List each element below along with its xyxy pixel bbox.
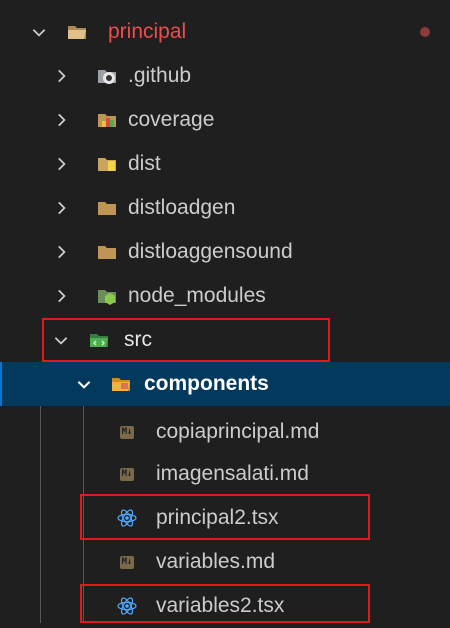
folder-icon (96, 197, 118, 219)
tree-item-node-modules[interactable]: node_modules (0, 274, 450, 318)
node-folder-icon (96, 285, 118, 307)
tree-item-principal2-tsx[interactable]: principal2.tsx (0, 496, 450, 540)
tree-item-label: variables2.tsx (156, 594, 285, 617)
tree-item-imagensalati-md[interactable]: M↓ imagensalati.md (0, 452, 450, 496)
markdown-file-icon: M↓ (119, 425, 135, 439)
components-folder-icon (110, 373, 132, 395)
chevron-down-icon (52, 331, 70, 349)
src-folder-icon (88, 329, 110, 351)
file-explorer-tree: principal .github coverage dist distload… (0, 0, 450, 623)
chevron-right-icon (52, 199, 70, 217)
tree-item-variables2-tsx[interactable]: variables2.tsx (0, 584, 450, 628)
tree-item-label: dist (128, 152, 161, 175)
tree-item-components[interactable]: components (0, 362, 450, 406)
tree-item-label: principal2.tsx (156, 506, 279, 529)
tree-item-coverage[interactable]: coverage (0, 98, 450, 142)
react-file-icon (116, 507, 138, 529)
tree-item-distloadgen[interactable]: distloadgen (0, 186, 450, 230)
markdown-file-icon: M↓ (119, 467, 135, 481)
tree-item-label: imagensalati.md (156, 462, 309, 485)
dist-folder-icon (96, 153, 118, 175)
tree-item-label: copiaprincipal.md (156, 420, 320, 443)
tree-item-src[interactable]: src (0, 318, 450, 362)
github-folder-icon (96, 65, 118, 87)
chevron-right-icon (52, 287, 70, 305)
chevron-down-icon (30, 23, 48, 41)
tree-item-dist[interactable]: dist (0, 142, 450, 186)
tree-item-copiaprincipal-md[interactable]: M↓ copiaprincipal.md (0, 410, 450, 454)
chevron-right-icon (52, 243, 70, 261)
folder-open-icon (66, 21, 88, 43)
tree-item-variables-md[interactable]: M↓ variables.md (0, 540, 450, 584)
chevron-right-icon (52, 67, 70, 85)
tree-item-label: distloaggensound (128, 240, 293, 263)
tree-item-distloaggensound[interactable]: distloaggensound (0, 230, 450, 274)
tree-item-label: principal (108, 20, 187, 43)
tree-item-label: src (124, 328, 152, 351)
react-file-icon (116, 595, 138, 617)
markdown-file-icon: M↓ (119, 555, 135, 569)
problems-dot-indicator (420, 27, 430, 37)
chevron-down-icon (75, 375, 93, 393)
coverage-folder-icon (96, 109, 118, 131)
chevron-right-icon (52, 155, 70, 173)
tree-item-label: components (144, 372, 269, 395)
tree-item-label: .github (128, 64, 192, 87)
tree-item-label: distloadgen (128, 196, 236, 219)
tree-item-label: variables.md (156, 550, 276, 573)
tree-item-github[interactable]: .github (0, 54, 450, 98)
folder-icon (96, 241, 118, 263)
tree-item-principal[interactable]: principal (0, 10, 450, 54)
tree-item-label: coverage (128, 108, 215, 131)
tree-item-label: node_modules (128, 284, 266, 307)
chevron-right-icon (52, 111, 70, 129)
